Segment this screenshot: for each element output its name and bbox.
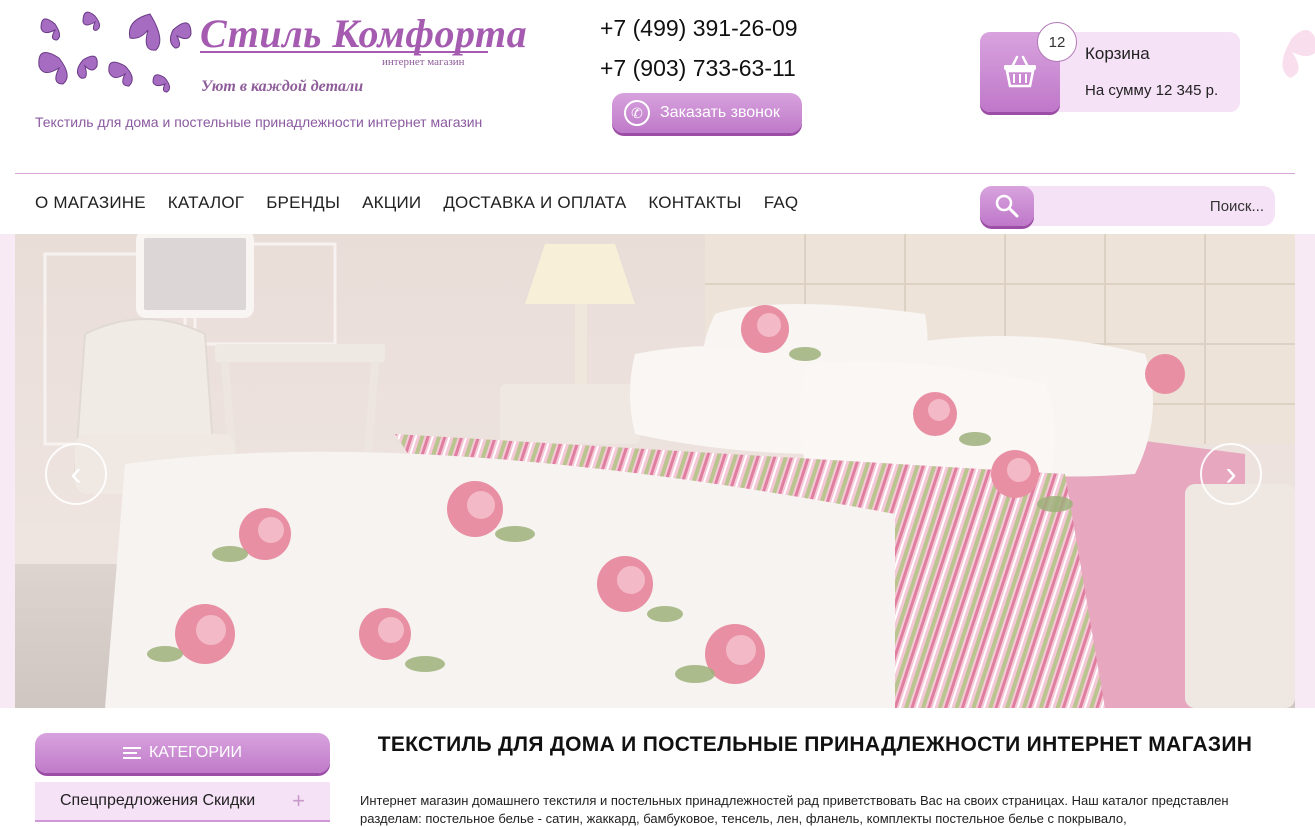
intro-text: Интернет магазин домашнего текстиля и по… bbox=[360, 793, 1229, 826]
page-title: ТЕКСТИЛЬ ДЛЯ ДОМА И ПОСТЕЛЬНЫЕ ПРИНАДЛЕЖ… bbox=[377, 733, 1253, 756]
cart-count-badge: 12 bbox=[1037, 22, 1077, 62]
nav-item-faq[interactable]: FAQ bbox=[764, 193, 799, 213]
phone-icon: ✆ bbox=[624, 100, 650, 126]
site-tagline: Текстиль для дома и постельные принадлеж… bbox=[35, 114, 483, 130]
search-button[interactable] bbox=[980, 186, 1034, 226]
header-divider bbox=[15, 173, 1295, 174]
chevron-left-icon: ‹ bbox=[70, 454, 82, 493]
logo-underline bbox=[200, 51, 488, 53]
basket-icon bbox=[1004, 55, 1036, 88]
categories-toggle[interactable]: КАТЕГОРИИ bbox=[35, 733, 330, 773]
butterfly-decoration-icon bbox=[1282, 30, 1315, 78]
nav-item-catalog[interactable]: КАТАЛОГ bbox=[168, 193, 244, 213]
search-icon bbox=[995, 194, 1019, 218]
logo-subtitle: интернет магазин bbox=[382, 56, 465, 68]
page: Стиль Комфорта интернет магазин Уют в ка… bbox=[0, 0, 1315, 827]
nav-item-brands[interactable]: БРЕНДЫ bbox=[266, 193, 340, 213]
slider-right-band bbox=[1295, 234, 1315, 708]
menu-icon bbox=[122, 747, 141, 759]
slider-next-button[interactable]: › bbox=[1200, 443, 1262, 505]
logo-title: Стиль Комфорта bbox=[200, 11, 528, 56]
plus-icon[interactable]: + bbox=[292, 788, 305, 814]
main-nav: О МАГАЗИНЕ КАТАЛОГ БРЕНДЫ АКЦИИ ДОСТАВКА… bbox=[35, 193, 798, 213]
category-item-label: Спецпредложения Скидки bbox=[60, 792, 256, 809]
butterflies-icon bbox=[38, 11, 192, 93]
callback-label: Заказать звонок bbox=[660, 104, 780, 121]
search-bar bbox=[980, 186, 1275, 226]
logo[interactable]: Стиль Комфорта интернет магазин Уют в ка… bbox=[35, 6, 527, 106]
chevron-right-icon: › bbox=[1225, 454, 1237, 493]
cart-title: Корзина bbox=[1085, 44, 1150, 63]
phone-number-1[interactable]: +7 (499) 391-26-09 bbox=[600, 8, 815, 48]
cart-widget[interactable]: 12 Корзина На сумму 12 345 р. bbox=[980, 22, 1240, 112]
nav-item-about[interactable]: О МАГАЗИНЕ bbox=[35, 193, 146, 213]
cart-sum: На сумму 12 345 р. bbox=[1085, 82, 1219, 99]
slider-prev-button[interactable]: ‹ bbox=[45, 443, 107, 505]
hero-slider[interactable]: ‹ › bbox=[15, 234, 1295, 708]
logo-slogan: Уют в каждой детали bbox=[201, 78, 364, 95]
nav-item-contacts[interactable]: КОНТАКТЫ bbox=[648, 193, 741, 213]
search-input[interactable] bbox=[1040, 186, 1268, 226]
category-item[interactable]: Спецпредложения Скидки + bbox=[35, 782, 330, 822]
categories-label: КАТЕГОРИИ bbox=[148, 744, 243, 761]
nav-item-delivery[interactable]: ДОСТАВКА И ОПЛАТА bbox=[443, 193, 626, 213]
phone-number-2[interactable]: +7 (903) 733-63-11 bbox=[600, 48, 815, 88]
phone-block: +7 (499) 391-26-09 +7 (903) 733-63-11 bbox=[600, 8, 815, 88]
slider-left-band bbox=[0, 234, 15, 708]
nav-item-promotions[interactable]: АКЦИИ bbox=[362, 193, 421, 213]
bedroom-photo bbox=[15, 234, 1295, 708]
callback-button[interactable]: ✆ Заказать звонок bbox=[612, 93, 802, 133]
